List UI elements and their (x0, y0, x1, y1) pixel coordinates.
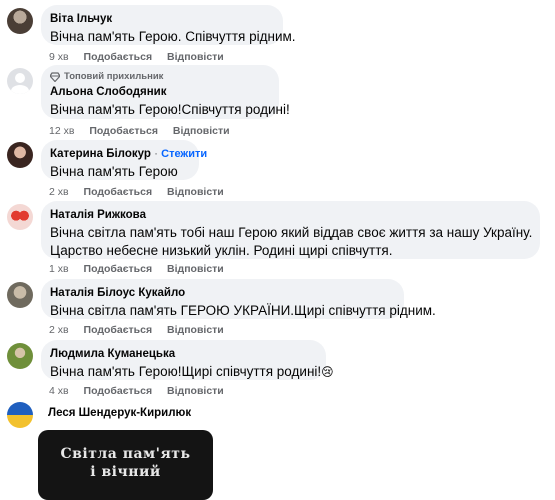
reply-button[interactable]: Відповісти (167, 186, 224, 198)
comment-text: Вічна пам'ять Герою. Співчуття рідним. (50, 29, 296, 44)
comment-time[interactable]: 9 хв (49, 51, 69, 63)
image-caption-line-1: Світла пам'ять (60, 446, 191, 462)
reply-button[interactable]: Відповісти (167, 51, 224, 63)
comment-actions: 1 хв Подобається Відповісти (49, 263, 236, 275)
comment-text-line-1: Вічна світла пам'ять тобі наш Герою який… (50, 225, 533, 240)
comment-text-line-2: Царство небесне низький уклін. Родині щи… (50, 243, 393, 258)
badge-label: Топовий прихильник (64, 71, 164, 82)
comment-bubble: Людмила Куманецька Вічна пам'ять Герою!Щ… (41, 340, 334, 381)
top-fan-badge: Топовий прихильник (50, 71, 268, 83)
reply-button[interactable]: Відповісти (167, 385, 224, 397)
comment-bubble: Наталія Рижкова Вічна світла пам'ять тоб… (41, 201, 540, 259)
comment-author[interactable]: Наталія Білоус Кукайло (50, 286, 393, 300)
avatar[interactable] (7, 343, 33, 369)
like-button[interactable]: Подобається (84, 51, 153, 63)
reply-button[interactable]: Відповісти (173, 125, 230, 137)
comment-text-line: Вічна пам'ять Герою!Щирі співчуття родин… (50, 363, 334, 381)
comment-author[interactable]: Леся Шендерук-Кирилюк (48, 406, 191, 420)
like-button[interactable]: Подобається (84, 263, 153, 275)
diamond-badge-icon (50, 72, 60, 82)
comment-time[interactable]: 2 хв (49, 186, 69, 198)
image-caption-line-2: і вічний (90, 464, 161, 480)
like-button[interactable]: Подобається (89, 125, 158, 137)
avatar[interactable] (7, 402, 33, 428)
comment-text: Вічна пам'ять Герою!Співчуття родині! (50, 102, 290, 117)
avatar[interactable] (7, 68, 33, 94)
comment-time[interactable]: 2 хв (49, 324, 69, 336)
reply-button[interactable]: Відповісти (167, 324, 224, 336)
comment-actions: 9 хв Подобається Відповісти (49, 51, 236, 63)
avatar[interactable] (7, 282, 33, 308)
avatar[interactable] (7, 8, 33, 34)
comment-actions: 2 хв Подобається Відповісти (49, 324, 236, 336)
comment-time[interactable]: 1 хв (49, 263, 69, 275)
comment-text: Вічна пам'ять Герою (50, 164, 178, 179)
comment-actions: 12 хв Подобається Відповісти (49, 125, 242, 137)
comment-author[interactable]: Альона Слободяник (50, 85, 268, 99)
comment-author[interactable]: Людмила Куманецька (50, 347, 315, 361)
comment-text: Вічна світла пам'ять ГЕРОЮ УКРАЇНИ.Щирі … (50, 303, 436, 318)
comment-actions: 2 хв Подобається Відповісти (49, 186, 236, 198)
comment-bubble: Віта Ільчук Вічна пам'ять Герою. Співчут… (41, 5, 296, 45)
like-button[interactable]: Подобається (84, 385, 153, 397)
comment-author-line: Катерина Білокур · Стежити (50, 148, 208, 160)
comment-time[interactable]: 4 хв (49, 385, 69, 397)
comment-time[interactable]: 12 хв (49, 125, 74, 137)
like-button[interactable]: Подобається (84, 324, 153, 336)
reply-button[interactable]: Відповісти (167, 263, 224, 275)
follow-button[interactable]: Стежити (161, 148, 207, 160)
comment-author[interactable]: Наталія Рижкова (50, 208, 529, 222)
default-avatar-icon (11, 73, 29, 94)
avatar[interactable] (7, 204, 33, 230)
comment-author[interactable]: Віта Ільчук (50, 12, 272, 26)
comment-author[interactable]: Катерина Білокур (50, 148, 151, 160)
comment-bubble: Топовий прихильник Альона Слободяник Віч… (41, 65, 290, 119)
comment-bubble: Наталія Білоус Кукайло Вічна світла пам'… (41, 279, 436, 319)
comment-text: Вічна пам'ять Герою!Щирі співчуття родин… (50, 364, 322, 379)
crying-face-emoji: 😢 (321, 365, 334, 379)
avatar[interactable] (7, 142, 33, 168)
like-button[interactable]: Подобається (84, 186, 153, 198)
comment-actions: 4 хв Подобається Відповісти (49, 385, 236, 397)
comment-bubble: Катерина Білокур · Стежити Вічна пам'ять… (41, 140, 208, 180)
